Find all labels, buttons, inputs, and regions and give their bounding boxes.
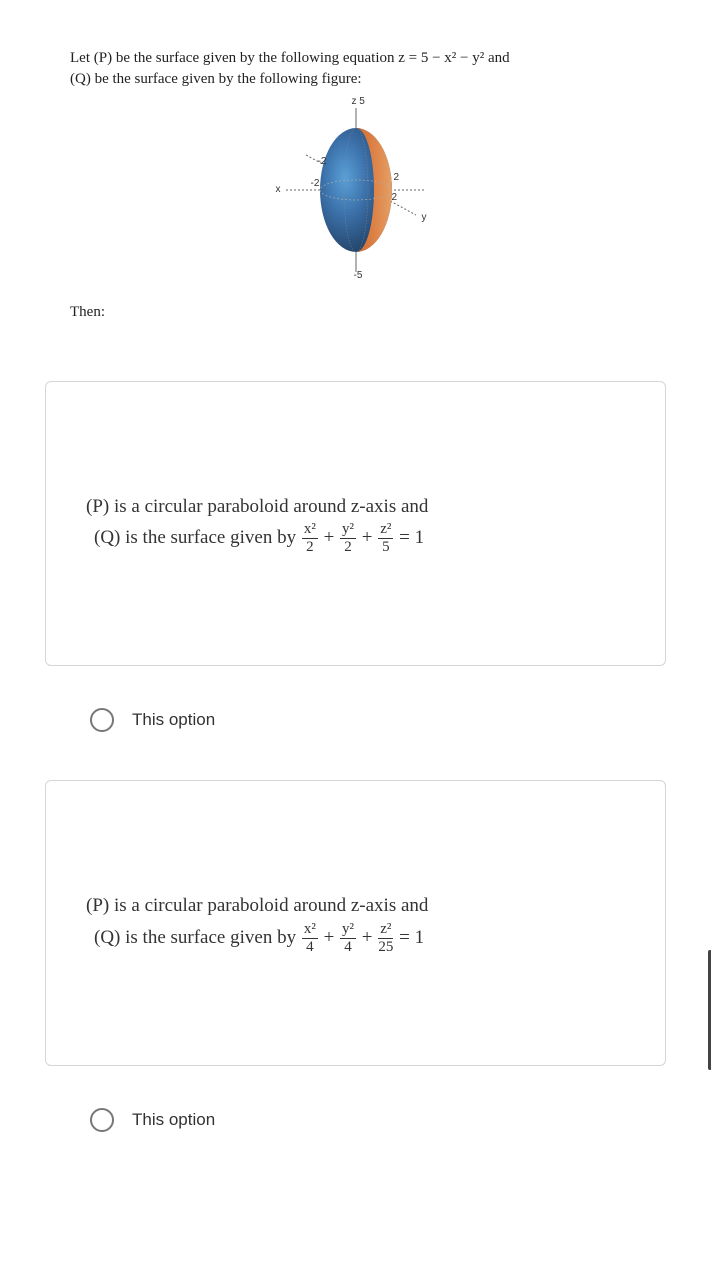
option2-line2: (Q) is the surface given by x²4 + y²4 + … bbox=[86, 922, 625, 955]
tick-neg2-x: -2 bbox=[311, 178, 320, 189]
option-select-2[interactable]: This option bbox=[70, 1090, 641, 1150]
option-content-2: (P) is a circular paraboloid around z-ax… bbox=[46, 781, 665, 1064]
option-card-2: (P) is a circular paraboloid around z-ax… bbox=[45, 780, 666, 1065]
frac-z-2: z²25 bbox=[378, 922, 393, 955]
axis-z-bottom: -5 bbox=[354, 270, 363, 281]
frac-x-1: x²2 bbox=[302, 522, 318, 555]
ellipsoid-svg bbox=[266, 100, 446, 280]
axis-z-top: z 5 bbox=[352, 96, 365, 107]
frac-z-1: z²5 bbox=[378, 522, 393, 555]
option-select-1[interactable]: This option bbox=[70, 690, 641, 750]
option2-line1: (P) is a circular paraboloid around z-ax… bbox=[86, 891, 625, 921]
option-content-1: (P) is a circular paraboloid around z-ax… bbox=[46, 382, 665, 665]
axis-y-label: y bbox=[422, 212, 427, 223]
option1-line2: (Q) is the surface given by x²2 + y²2 + … bbox=[86, 522, 625, 555]
figure-area: z 5 -5 x y -2 2 -2 2 bbox=[70, 100, 641, 280]
option1-line1: (P) is a circular paraboloid around z-ax… bbox=[86, 492, 625, 522]
frac-x-2: x²4 bbox=[302, 922, 318, 955]
question-intro: Let (P) be the surface given by the foll… bbox=[70, 48, 641, 90]
option1-select-label: This option bbox=[132, 710, 215, 730]
radio-icon[interactable] bbox=[90, 1108, 114, 1132]
ellipsoid-figure: z 5 -5 x y -2 2 -2 2 bbox=[266, 100, 446, 280]
tick-2-y: 2 bbox=[394, 172, 400, 183]
option2-select-label: This option bbox=[132, 1110, 215, 1130]
then-label: Then: bbox=[70, 304, 641, 321]
intro-line-2: (Q) be the surface given by the followin… bbox=[70, 71, 362, 87]
tick-neg2-y: -2 bbox=[318, 156, 327, 167]
radio-icon[interactable] bbox=[90, 708, 114, 732]
tick-2-x: 2 bbox=[392, 192, 398, 203]
frac-y-2: y²4 bbox=[340, 922, 356, 955]
frac-y-1: y²2 bbox=[340, 522, 356, 555]
option-card-1: (P) is a circular paraboloid around z-ax… bbox=[45, 381, 666, 666]
intro-line-1: Let (P) be the surface given by the foll… bbox=[70, 50, 510, 66]
axis-x-label: x bbox=[276, 184, 281, 195]
